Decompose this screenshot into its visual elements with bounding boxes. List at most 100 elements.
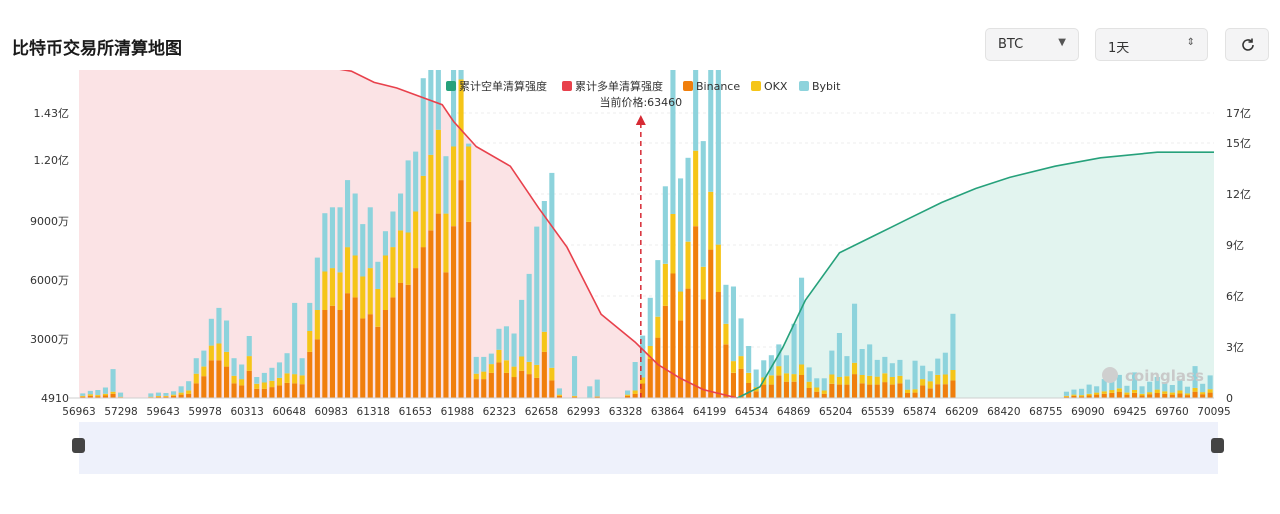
- bar-okx: [420, 175, 426, 248]
- bar-bybit: [715, 70, 721, 245]
- refresh-button[interactable]: [1225, 28, 1269, 61]
- bar-okx: [398, 230, 404, 283]
- bar-binance: [670, 273, 676, 398]
- bar-bybit: [1124, 385, 1130, 393]
- symbol-select[interactable]: BTC ▼: [985, 28, 1079, 61]
- bar-okx: [261, 382, 267, 389]
- bar-bybit: [1063, 391, 1069, 396]
- bar-binance: [715, 292, 721, 398]
- bar-bybit: [337, 207, 343, 273]
- bar-bybit: [382, 231, 388, 256]
- up-down-chevron-icon: ⇕: [1186, 37, 1195, 48]
- legend-swatch: [751, 81, 761, 91]
- bar-bybit: [80, 393, 86, 396]
- bar-binance: [1162, 393, 1168, 398]
- left-axis-tick: 9000万: [30, 215, 69, 228]
- bar-okx: [110, 391, 116, 394]
- bar-okx: [451, 146, 457, 227]
- bar-okx: [1071, 394, 1077, 396]
- bar-bybit: [231, 358, 237, 376]
- x-axis-tick: 59978: [188, 406, 221, 418]
- bar-okx: [1207, 389, 1213, 393]
- bar-binance: [208, 360, 214, 398]
- bar-okx: [821, 390, 827, 394]
- bar-binance: [413, 268, 419, 398]
- bar-bybit: [390, 211, 396, 248]
- bar-bybit: [201, 350, 207, 367]
- bar-bybit: [367, 207, 373, 269]
- bar-binance: [216, 360, 222, 398]
- x-axis-tick: 68755: [1029, 406, 1062, 418]
- bar-okx: [708, 191, 714, 250]
- bar-okx: [700, 266, 706, 300]
- bar-okx: [783, 373, 789, 382]
- bar-okx: [466, 146, 472, 222]
- bar-bybit: [193, 358, 199, 374]
- bar-okx: [337, 272, 343, 310]
- bar-bybit: [261, 372, 267, 383]
- bar-okx: [1116, 388, 1122, 392]
- bar-binance: [1200, 394, 1206, 398]
- bar-binance: [481, 379, 487, 398]
- bar-okx: [269, 380, 275, 388]
- bar-bybit: [549, 172, 555, 368]
- x-axis-tick: 57298: [104, 406, 137, 418]
- bar-okx: [814, 387, 820, 392]
- bar-binance: [1109, 393, 1115, 398]
- timeframe-select[interactable]: 1天 ⇕: [1095, 28, 1208, 61]
- bar-okx: [1101, 391, 1107, 394]
- bar-binance: [935, 384, 941, 398]
- bar-bybit: [292, 302, 298, 375]
- x-axis-tick: 69425: [1113, 406, 1146, 418]
- bar-okx: [345, 247, 351, 294]
- bar-okx: [829, 374, 835, 384]
- bar-okx: [443, 213, 449, 273]
- bar-bybit: [829, 350, 835, 375]
- bar-bybit: [503, 326, 509, 361]
- bar-okx: [284, 373, 290, 383]
- bar-binance: [950, 380, 956, 398]
- bar-bybit: [269, 367, 275, 381]
- bar-bybit: [322, 213, 328, 272]
- bar-okx: [155, 395, 161, 397]
- left-axis-tick: 4910: [41, 392, 69, 405]
- range-slider-track[interactable]: [79, 422, 1218, 474]
- range-slider-left-handle[interactable]: [72, 438, 85, 453]
- right-axis-tick: 3亿: [1226, 341, 1244, 354]
- x-axis-tick: 64534: [735, 406, 769, 418]
- right-axis-tick: 9亿: [1226, 239, 1244, 252]
- bar-okx: [1169, 392, 1175, 395]
- bar-okx: [556, 394, 562, 396]
- bar-bybit: [155, 392, 161, 396]
- bar-bybit: [95, 390, 101, 395]
- bar-bybit: [87, 390, 93, 395]
- bar-okx: [942, 374, 948, 385]
- x-axis-tick: 60983: [315, 406, 348, 418]
- bar-binance: [307, 351, 313, 398]
- range-slider-right-handle[interactable]: [1211, 438, 1224, 453]
- page-title: 比特币交易所清算地图: [12, 39, 182, 59]
- legend-swatch: [446, 81, 456, 91]
- bar-binance: [473, 379, 479, 398]
- bar-okx: [503, 360, 509, 373]
- bar-okx: [1079, 395, 1085, 397]
- bar-okx: [836, 377, 842, 385]
- bar-bybit: [678, 178, 684, 292]
- bar-okx: [572, 395, 578, 397]
- bar-okx: [655, 316, 661, 338]
- bar-bybit: [821, 378, 827, 391]
- bar-bybit: [534, 226, 540, 365]
- bar-okx: [224, 351, 230, 367]
- bar-okx: [382, 255, 388, 310]
- bar-bybit: [950, 313, 956, 370]
- bar-okx: [178, 392, 184, 395]
- bar-bybit: [1200, 383, 1206, 393]
- bar-bybit: [852, 303, 858, 363]
- bar-binance: [647, 359, 653, 398]
- bar-okx: [670, 214, 676, 274]
- bar-binance: [292, 383, 298, 398]
- left-axis-tick: 1.20亿: [34, 154, 70, 167]
- legend-label: OKX: [764, 80, 788, 93]
- x-axis-tick: 65874: [903, 406, 937, 418]
- x-axis-tick: 70095: [1197, 406, 1230, 418]
